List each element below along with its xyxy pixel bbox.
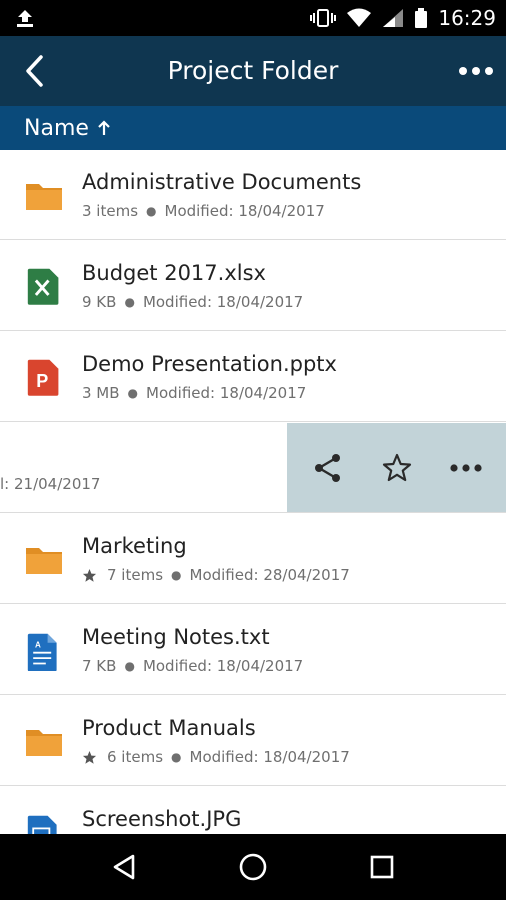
sort-bar: Name xyxy=(0,106,506,150)
system-back-button[interactable] xyxy=(102,845,146,889)
star-filled-icon xyxy=(82,750,97,764)
more-actions-button[interactable] xyxy=(443,445,489,491)
sort-by-name-button[interactable]: Name xyxy=(24,106,111,150)
sort-label: Name xyxy=(24,115,89,141)
file-meta: 3 items ● Modified: 18/04/2017 xyxy=(82,202,325,220)
file-size: 7 KB xyxy=(82,657,117,675)
list-item[interactable]: Marketing 7 items ● Modified: 28/04/2017 xyxy=(0,514,506,604)
file-modified-partial: l: 21/04/2017 xyxy=(0,475,101,493)
wifi-icon xyxy=(347,8,372,27)
file-meta: 7 items ● Modified: 28/04/2017 xyxy=(82,566,350,584)
file-size: 3 items xyxy=(82,202,139,220)
file-modified: Modified: 28/04/2017 xyxy=(189,566,350,584)
back-triangle-icon xyxy=(114,854,135,880)
file-modified: Modified: 18/04/2017 xyxy=(164,202,325,220)
file-modified: Modified: 18/04/2017 xyxy=(146,384,307,402)
file-meta: 9 KB ● Modified: 18/04/2017 xyxy=(82,293,304,311)
system-recents-button[interactable] xyxy=(360,845,404,889)
file-list: Administrative Documents 3 items ● Modif… xyxy=(0,150,506,834)
file-meta: 7 KB ● Modified: 18/04/2017 xyxy=(82,657,304,675)
file-size: 3 MB xyxy=(82,384,120,402)
svg-text:P: P xyxy=(36,371,48,391)
file-name: Screenshot.JPG xyxy=(82,807,242,831)
list-item[interactable]: P Demo Presentation.pptx 3 MB ● Modified… xyxy=(0,332,506,422)
share-button[interactable] xyxy=(305,445,351,491)
clock-time: 16:29 xyxy=(438,6,496,30)
page-title: Project Folder xyxy=(167,56,339,85)
list-item[interactable]: Product Manuals 6 items ● Modified: 18/0… xyxy=(0,696,506,786)
file-meta: 6 items ● Modified: 18/04/2017 xyxy=(82,748,350,766)
file-modified: Modified: 18/04/2017 xyxy=(189,748,350,766)
system-home-button[interactable] xyxy=(231,845,275,889)
file-modified: Modified: 18/04/2017 xyxy=(142,657,304,675)
more-options-button[interactable] xyxy=(456,54,496,88)
file-size: 7 items xyxy=(107,566,164,584)
excel-file-icon xyxy=(27,268,59,305)
folder-icon xyxy=(26,184,62,210)
star-outline-icon xyxy=(382,453,411,482)
powerpoint-file-icon: P xyxy=(27,359,59,396)
arrow-up-icon xyxy=(98,120,110,135)
file-modified: Modified: 18/04/2017 xyxy=(142,293,304,311)
folder-icon xyxy=(26,730,62,756)
swipe-actions xyxy=(287,423,506,512)
text-file-icon: A xyxy=(27,633,57,671)
star-filled-icon xyxy=(82,568,97,582)
file-name: Marketing xyxy=(82,534,187,558)
signal-icon xyxy=(383,9,404,27)
star-button[interactable] xyxy=(374,445,420,491)
vibrate-icon xyxy=(310,9,337,27)
home-circle-icon xyxy=(239,853,267,881)
file-name: Administrative Documents xyxy=(82,170,362,194)
list-item[interactable]: Administrative Documents 3 items ● Modif… xyxy=(0,150,506,240)
status-bar: 16:29 xyxy=(0,0,506,36)
file-meta: 3 MB ● Modified: 18/04/2017 xyxy=(82,384,307,402)
battery-icon xyxy=(415,8,428,28)
file-size: 9 KB xyxy=(82,293,117,311)
file-name: Demo Presentation.pptx xyxy=(82,352,337,376)
more-horizontal-icon xyxy=(459,67,493,75)
file-name: Product Manuals xyxy=(82,716,256,740)
file-size: 6 items xyxy=(107,748,164,766)
list-item[interactable]: Budget 2017.xlsx 9 KB ● Modified: 18/04/… xyxy=(0,241,506,331)
share-icon xyxy=(314,454,340,482)
file-name: Budget 2017.xlsx xyxy=(82,261,266,285)
list-item[interactable]: Screenshot.JPG xyxy=(0,787,506,834)
more-horizontal-icon xyxy=(449,464,482,472)
system-nav-bar xyxy=(0,834,506,900)
swiped-list-item[interactable]: l: 21/04/2017 xyxy=(0,423,506,513)
file-name: Meeting Notes.txt xyxy=(82,625,270,649)
svg-text:A: A xyxy=(35,640,41,649)
upload-icon xyxy=(17,10,33,27)
app-bar: Project Folder xyxy=(0,36,506,106)
folder-icon xyxy=(26,548,62,574)
recents-square-icon xyxy=(370,855,393,879)
list-item[interactable]: A Meeting Notes.txt 7 KB ● Modified: 18/… xyxy=(0,605,506,695)
image-file-icon xyxy=(27,815,57,834)
